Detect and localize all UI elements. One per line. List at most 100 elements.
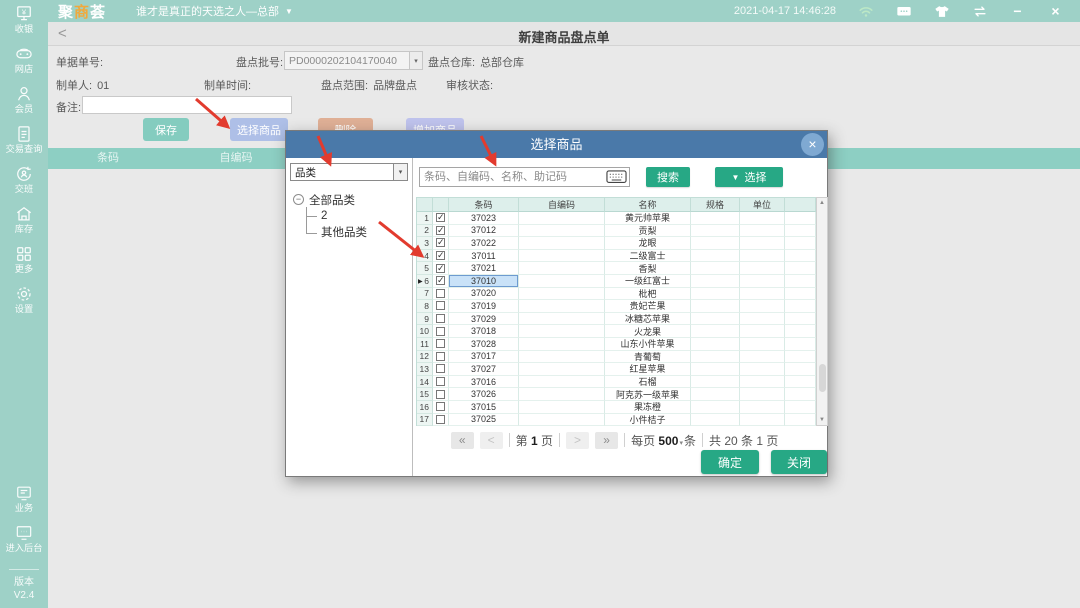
code-cell xyxy=(519,401,605,414)
close-button[interactable]: 关闭 xyxy=(771,450,827,474)
store-selector[interactable]: 谁才是真正的天选之人—总部 ▼ xyxy=(136,3,293,19)
sidebar-item-member[interactable]: 会员 xyxy=(0,84,48,123)
barcode-cell: 37016 xyxy=(449,376,519,389)
row-checkbox[interactable] xyxy=(436,276,445,285)
batch-no-value: PD0000202104170040 xyxy=(285,55,409,67)
confirm-button[interactable]: 确定 xyxy=(701,450,759,474)
per-page-value[interactable]: 500 xyxy=(658,434,678,448)
row-checkbox[interactable] xyxy=(436,289,445,298)
minimize-icon[interactable]: − xyxy=(1009,3,1026,19)
sidebar-item-more[interactable]: 更多 xyxy=(0,244,48,283)
row-checkbox[interactable] xyxy=(436,352,445,361)
table-row[interactable]: 937029冰糖芯苹果 xyxy=(417,313,816,326)
row-checkbox[interactable] xyxy=(436,339,445,348)
prev-page-button[interactable]: < xyxy=(480,432,503,449)
keyboard-icon[interactable] xyxy=(606,170,627,184)
sidebar-item-shift-change[interactable]: 交班 xyxy=(0,164,48,203)
code-cell xyxy=(519,388,605,401)
table-row[interactable]: 1437016石榴 xyxy=(417,376,816,389)
table-row[interactable]: 737020枇杷 xyxy=(417,288,816,301)
spec-cell xyxy=(691,262,740,275)
collapse-icon[interactable]: − xyxy=(293,194,304,205)
row-checkbox[interactable] xyxy=(436,238,445,247)
code-cell xyxy=(519,300,605,313)
checkbox-cell xyxy=(433,262,449,275)
row-checkbox[interactable] xyxy=(436,264,445,273)
category-panel: 品类 ▾ − 全部品类 2 其他品类 xyxy=(286,158,413,476)
row-checkbox[interactable] xyxy=(436,213,445,222)
table-row[interactable]: 537021香梨 xyxy=(417,262,816,275)
scrollbar-thumb[interactable] xyxy=(819,364,826,392)
tree-node-all-categories[interactable]: − 全部品类 xyxy=(293,191,412,208)
unit-cell xyxy=(740,388,785,401)
tree-node[interactable]: 2 xyxy=(306,208,412,225)
unit-cell xyxy=(740,313,785,326)
vertical-scrollbar[interactable]: ▲ ▼ xyxy=(816,197,828,426)
row-checkbox[interactable] xyxy=(436,415,445,424)
row-checkbox[interactable] xyxy=(436,226,445,235)
close-icon[interactable]: × xyxy=(1047,3,1064,19)
row-checkbox[interactable] xyxy=(436,364,445,373)
table-row[interactable]: 1537026阿克苏一级苹果 xyxy=(417,388,816,401)
topbar-icons: −× xyxy=(836,3,1064,19)
row-number: 13 xyxy=(417,363,433,376)
empty-cell xyxy=(785,351,816,364)
checkbox-cell xyxy=(433,414,449,427)
barcode-cell: 37011 xyxy=(449,250,519,263)
table-row[interactable]: 1337027红星苹果 xyxy=(417,363,816,376)
search-input[interactable] xyxy=(419,167,630,187)
shirt-icon[interactable] xyxy=(933,3,950,19)
table-row[interactable]: 1237017青葡萄 xyxy=(417,351,816,364)
sidebar-item-transaction-query[interactable]: 交易查询 xyxy=(0,124,48,163)
last-page-button[interactable]: » xyxy=(595,432,618,449)
category-type-select[interactable]: 品类 ▾ xyxy=(290,163,408,181)
table-row[interactable]: 337022龙眼 xyxy=(417,237,816,250)
sidebar-item-business[interactable]: 业务 xyxy=(0,483,48,522)
code-cell xyxy=(519,363,605,376)
sidebar-item-online-store[interactable]: 网店 xyxy=(0,44,48,83)
sidebar-item-backend[interactable]: 进入后台 xyxy=(0,523,48,562)
table-row[interactable]: 1637015果冻橙 xyxy=(417,401,816,414)
close-icon[interactable]: × xyxy=(801,133,824,156)
next-page-button[interactable]: > xyxy=(566,432,589,449)
table-row[interactable]: 237012贡梨 xyxy=(417,225,816,238)
table-row[interactable]: 437011二级富士 xyxy=(417,250,816,263)
table-row[interactable]: 1037018火龙果 xyxy=(417,325,816,338)
message-icon[interactable] xyxy=(895,3,912,19)
name-cell: 香梨 xyxy=(605,262,691,275)
empty-cell xyxy=(785,300,816,313)
row-checkbox[interactable] xyxy=(436,377,445,386)
code-cell xyxy=(519,351,605,364)
row-checkbox[interactable] xyxy=(436,402,445,411)
search-button[interactable]: 搜索 xyxy=(646,167,690,187)
row-checkbox[interactable] xyxy=(436,251,445,260)
scroll-up-icon[interactable]: ▲ xyxy=(817,198,827,208)
row-checkbox[interactable] xyxy=(436,301,445,310)
scroll-down-icon[interactable]: ▼ xyxy=(817,415,827,425)
batch-no-select[interactable]: PD0000202104170040 ▾ xyxy=(284,51,423,70)
row-checkbox[interactable] xyxy=(436,327,445,336)
row-number: 15 xyxy=(417,388,433,401)
per-page-control[interactable]: 每页 500▾条 xyxy=(631,432,696,449)
name-cell: 石榴 xyxy=(605,376,691,389)
save-button[interactable]: 保存 xyxy=(143,118,189,141)
tree-node[interactable]: 其他品类 xyxy=(306,225,412,242)
table-row[interactable]: 1137028山东小件苹果 xyxy=(417,338,816,351)
sidebar-item-cashier[interactable]: ¥收银 xyxy=(0,4,48,43)
table-row[interactable]: 137023黄元帅苹果 xyxy=(417,212,816,225)
table-row[interactable]: 1737025小件桔子 xyxy=(417,414,816,427)
select-dropdown-button[interactable]: ▼选择 xyxy=(715,167,783,187)
unit-cell xyxy=(740,288,785,301)
table-row[interactable]: ▶637010一级红富士 xyxy=(417,275,816,288)
row-checkbox[interactable] xyxy=(436,314,445,323)
row-number: 16 xyxy=(417,401,433,414)
table-row[interactable]: 837019贵妃芒果 xyxy=(417,300,816,313)
first-page-button[interactable]: « xyxy=(451,432,474,449)
sidebar-item-inventory[interactable]: 库存 xyxy=(0,204,48,243)
select-goods-button[interactable]: 选择商品 xyxy=(230,118,288,141)
remark-input[interactable] xyxy=(82,96,292,114)
sync-icon[interactable] xyxy=(971,3,988,19)
row-checkbox[interactable] xyxy=(436,390,445,399)
barcode-cell: 37019 xyxy=(449,300,519,313)
sidebar-item-settings[interactable]: 设置 xyxy=(0,284,48,323)
